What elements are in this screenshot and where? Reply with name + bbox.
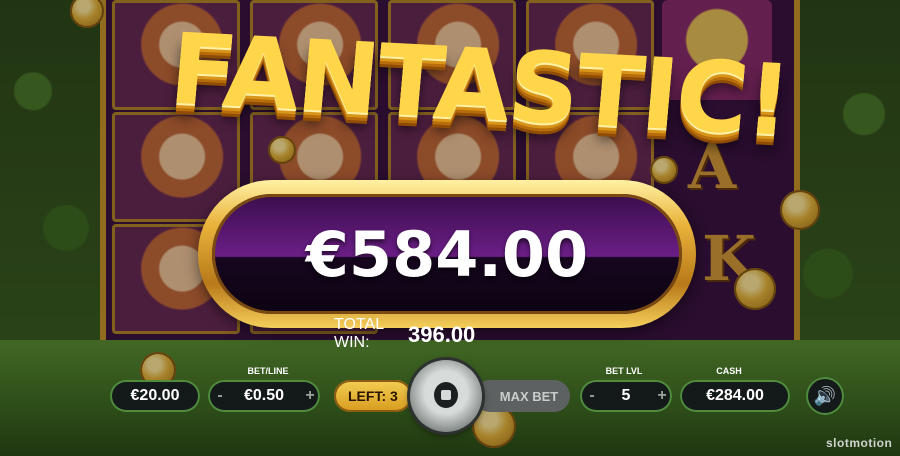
bet-line-value: €0.50 bbox=[243, 387, 285, 404]
autoplay-left-button[interactable]: LEFT: 3 bbox=[334, 380, 412, 412]
stop-icon bbox=[441, 390, 451, 400]
brand-logo-text: slotmotion bbox=[826, 436, 893, 450]
total-bet-value: €20.00 bbox=[130, 387, 180, 404]
sound-toggle-button[interactable]: 🔊 bbox=[806, 377, 844, 415]
spin-button[interactable] bbox=[410, 360, 482, 432]
bet-level-value: 5 bbox=[621, 387, 631, 404]
spin-core bbox=[434, 382, 458, 408]
win-amount: €584.00 bbox=[305, 217, 589, 291]
total-win-label: TOTAL WIN: bbox=[334, 316, 384, 351]
cash-caption: CASH bbox=[716, 366, 742, 376]
bet-line-plus-button[interactable]: + bbox=[302, 382, 318, 410]
bet-level-caption: BET LVL bbox=[605, 366, 643, 376]
total-bet-display: €20.00 bbox=[110, 380, 200, 412]
max-bet-button[interactable]: MAX BET bbox=[474, 380, 570, 412]
cash-value: €284.00 bbox=[706, 387, 764, 404]
cash-display: €284.00 bbox=[680, 380, 790, 412]
bet-level-plus-button[interactable]: + bbox=[654, 382, 670, 410]
bet-level-minus-button[interactable]: - bbox=[584, 382, 600, 410]
bottom-control-bar: €20.00 BET/LINE €0.50 - + LEFT: 3 MAX BE… bbox=[0, 360, 900, 440]
bet-line-caption: BET/LINE bbox=[247, 366, 289, 376]
bet-line-minus-button[interactable]: - bbox=[212, 382, 228, 410]
win-amount-panel: €584.00 bbox=[198, 180, 696, 328]
speaker-icon: 🔊 bbox=[813, 385, 837, 406]
total-win-value: 396.00 bbox=[408, 322, 476, 347]
win-amount-inner: €584.00 bbox=[212, 194, 682, 314]
total-win: TOTAL WIN: 396.00 bbox=[334, 316, 514, 358]
